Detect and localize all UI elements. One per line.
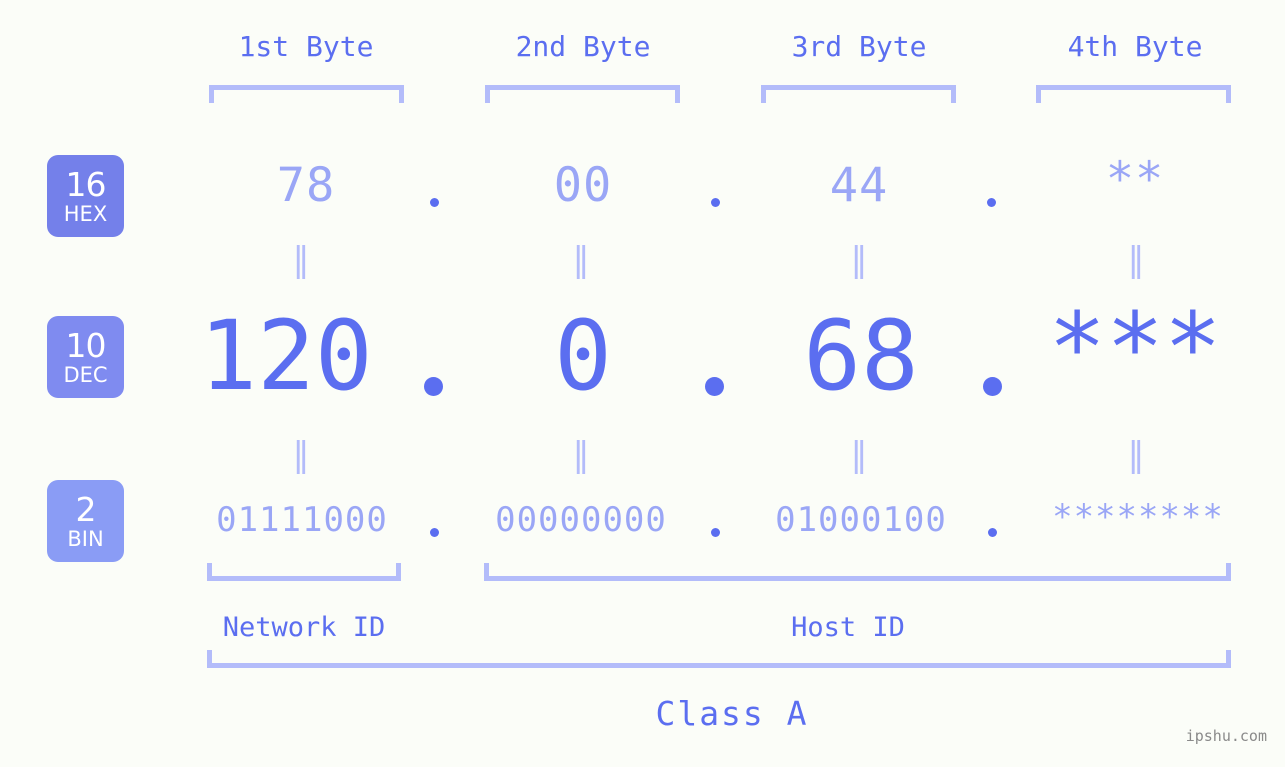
byte-header-3: 3rd Byte <box>791 30 927 63</box>
bin-byte-4: ******** <box>1052 497 1224 537</box>
byte-bracket-top-1 <box>209 85 404 103</box>
hex-separator-dot-2 <box>711 198 720 207</box>
hex-byte-4: ** <box>1105 152 1165 207</box>
class-bracket <box>207 650 1231 668</box>
dec-byte-1: 120 <box>199 300 373 412</box>
dec-separator-dot-2 <box>705 377 724 396</box>
dec-byte-3: 68 <box>803 300 919 412</box>
bin-byte-3: 01000100 <box>775 500 947 540</box>
equivalence-mark-3: ‖ <box>850 240 868 280</box>
dec-separator-dot-1 <box>424 377 443 396</box>
network-id-label: Network ID <box>222 612 386 643</box>
host-id-label: Host ID <box>791 612 905 643</box>
host-id-bracket <box>484 563 1231 581</box>
base-badge-dec-number: 10 <box>65 325 107 365</box>
byte-header-2: 2nd Byte <box>515 30 651 63</box>
base-badge-bin-number: 2 <box>75 489 97 529</box>
base-badge-bin: 2 BIN <box>47 480 124 562</box>
hex-byte-3: 44 <box>829 158 889 213</box>
equivalence-mark-5: ‖ <box>292 435 310 475</box>
equivalence-mark-2: ‖ <box>572 240 590 280</box>
byte-bracket-top-2 <box>485 85 680 103</box>
base-badge-hex: 16 HEX <box>47 155 124 237</box>
ip-address-breakdown-diagram: 1st Byte 2nd Byte 3rd Byte 4th Byte 16 H… <box>0 0 1285 767</box>
bin-byte-1: 01111000 <box>216 500 388 540</box>
byte-bracket-top-3 <box>761 85 956 103</box>
base-badge-dec: 10 DEC <box>47 316 124 398</box>
bin-separator-dot-3 <box>988 528 997 537</box>
network-id-bracket <box>207 563 401 581</box>
base-badge-hex-number: 16 <box>65 164 107 204</box>
byte-bracket-top-4 <box>1036 85 1231 103</box>
hex-separator-dot-3 <box>987 198 996 207</box>
class-label: Class A <box>655 694 809 733</box>
hex-byte-2: 00 <box>553 158 613 213</box>
base-badge-dec-name: DEC <box>63 362 108 387</box>
site-watermark: ipshu.com <box>1185 727 1267 745</box>
dec-byte-2: 0 <box>554 300 612 412</box>
bin-byte-2: 00000000 <box>495 500 667 540</box>
equivalence-mark-4: ‖ <box>1127 240 1145 280</box>
hex-separator-dot-1 <box>430 198 439 207</box>
base-badge-bin-name: BIN <box>67 526 104 551</box>
bin-separator-dot-1 <box>430 528 439 537</box>
bin-separator-dot-2 <box>711 528 720 537</box>
dec-byte-4: *** <box>1048 292 1222 404</box>
equivalence-mark-8: ‖ <box>1127 435 1145 475</box>
equivalence-mark-1: ‖ <box>292 240 310 280</box>
base-badge-hex-name: HEX <box>63 201 108 226</box>
byte-header-1: 1st Byte <box>238 30 374 63</box>
equivalence-mark-7: ‖ <box>850 435 868 475</box>
dec-separator-dot-3 <box>983 377 1002 396</box>
byte-header-4: 4th Byte <box>1067 30 1203 63</box>
equivalence-mark-6: ‖ <box>572 435 590 475</box>
hex-byte-1: 78 <box>276 158 336 213</box>
